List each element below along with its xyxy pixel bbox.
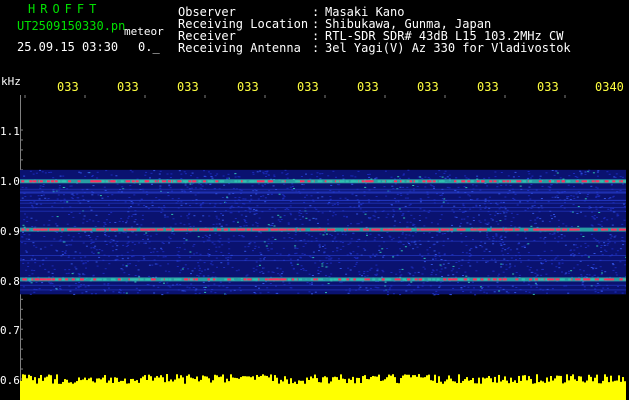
y-axis-label: 0.7 <box>0 324 20 337</box>
time-tick-label: 033 <box>477 80 499 94</box>
y-axis-label: 1.1 <box>0 125 20 138</box>
amplitude-trace <box>20 374 626 400</box>
y-axis-label: 0.9 <box>0 225 20 238</box>
time-tick-label: 033 <box>237 80 259 94</box>
spectrogram-noise <box>20 169 626 296</box>
datetime: 25.09.15 03:30 <box>17 40 119 54</box>
time-tick-label: 033 <box>57 80 79 94</box>
time-tick-label: 0340 <box>595 80 624 94</box>
app-title: HROFFT <box>28 2 102 16</box>
spectrogram-plot <box>20 95 626 400</box>
y-axis-label: 0.6 <box>0 374 20 387</box>
file-suffix: meteor <box>124 25 164 38</box>
time-tick-label: 033 <box>537 80 559 94</box>
time-tick-label: 033 <box>417 80 439 94</box>
axis-unit-label: kHz <box>1 75 21 88</box>
meta-sep: : <box>312 41 320 55</box>
y-axis-label: 0.8 <box>0 275 20 288</box>
meta-value-antenna: 3el Yagi(V) Az 330 for Vladivostok <box>325 41 571 55</box>
file-name: UT2509150330.pn <box>17 19 126 33</box>
counter: 0._ <box>138 40 160 54</box>
time-tick-label: 033 <box>297 80 319 94</box>
time-tick-label: 033 <box>117 80 139 94</box>
time-tick-label: 033 <box>177 80 199 94</box>
meta-label-antenna: Receiving Antenna <box>178 41 301 55</box>
y-axis-label: 1.0 <box>0 175 20 188</box>
time-tick-label: 033 <box>357 80 379 94</box>
